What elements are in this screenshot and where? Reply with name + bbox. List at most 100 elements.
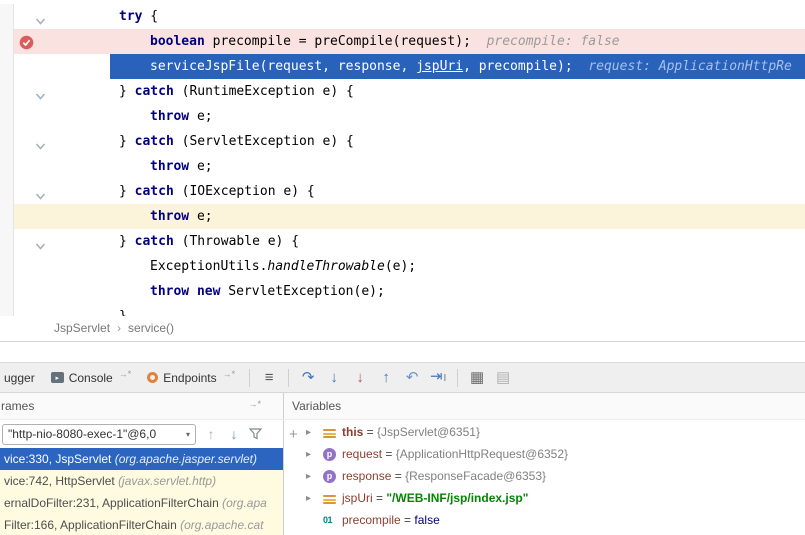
- expand-chevron-icon[interactable]: ▸: [306, 427, 323, 438]
- variable-value: "/WEB-INF/jsp/index.jsp": [386, 491, 528, 505]
- gutter-edge: [0, 104, 14, 129]
- variables-panel-header[interactable]: Variables: [283, 393, 805, 419]
- gutter: [14, 129, 110, 154]
- equals-sign: =: [363, 425, 377, 439]
- fold-arrow-icon[interactable]: [35, 136, 46, 147]
- code-text: throw e;: [110, 204, 805, 229]
- code-editor[interactable]: try {boolean precompile = preCompile(req…: [0, 0, 805, 316]
- force-step-into-icon[interactable]: ↓: [347, 363, 373, 392]
- breadcrumb-method[interactable]: service(): [128, 321, 174, 335]
- tab-console-label: Console: [69, 371, 113, 385]
- stack-frame-row[interactable]: vice:742, HttpServlet (javax.servlet.htt…: [0, 470, 283, 492]
- frames-panel: "http-nio-8080-exec-1"@6,0 ▾ ↑ ↓ vice:33…: [0, 420, 283, 535]
- frames-list: vice:330, JspServlet (org.apache.jasper.…: [0, 448, 283, 535]
- code-line[interactable]: } catch (IOException e) {: [0, 179, 805, 204]
- step-over-icon[interactable]: ↷: [295, 363, 321, 392]
- variable-row[interactable]: ▸this = {JspServlet@6351}: [284, 421, 805, 443]
- code-token: e;: [189, 159, 212, 174]
- drop-frame-icon[interactable]: ↶: [399, 363, 425, 392]
- gutter: [14, 29, 110, 54]
- tab-console[interactable]: ▸ Console →*: [43, 363, 140, 392]
- jump-mark-icon: →*: [119, 369, 132, 379]
- code-text: } catch (RuntimeException e) {: [110, 79, 805, 104]
- gutter: [14, 229, 110, 254]
- variable-row[interactable]: ▸prequest = {ApplicationHttpRequest@6352…: [284, 443, 805, 465]
- code-token: }: [119, 309, 127, 316]
- gutter-edge: [0, 204, 14, 229]
- code-token: serviceJspFile(request, response,: [150, 59, 416, 74]
- code-token: ExceptionUtils.: [150, 259, 267, 274]
- gutter-edge: [0, 129, 14, 154]
- code-line[interactable]: }: [0, 304, 805, 316]
- code-token: (ServletException e) {: [174, 134, 354, 149]
- gutter: [14, 79, 110, 104]
- code-line[interactable]: throw e;: [0, 204, 805, 229]
- variable-row[interactable]: ▸01precompile = false: [284, 509, 805, 531]
- gutter: [14, 54, 110, 79]
- code-line[interactable]: boolean precompile = preCompile(request)…: [0, 29, 805, 54]
- frames-panel-title: rames: [1, 399, 34, 413]
- evaluate-expression-icon[interactable]: ▦: [464, 363, 490, 392]
- toolbar-separator: [288, 369, 289, 387]
- code-line[interactable]: throw new ServletException(e);: [0, 279, 805, 304]
- tab-debugger[interactable]: ugger: [2, 363, 43, 392]
- primitive-icon: 01: [323, 514, 336, 527]
- frame-package: (org.apache.cat: [180, 518, 263, 532]
- menu-icon[interactable]: ≡: [256, 363, 282, 392]
- stack-frame-row[interactable]: vice:330, JspServlet (org.apache.jasper.…: [0, 448, 283, 470]
- next-frame-icon[interactable]: ↓: [226, 426, 242, 442]
- panel-headers: rames →* Variables: [0, 393, 805, 420]
- code-line[interactable]: serviceJspFile(request, response, jspUri…: [0, 54, 805, 79]
- code-token: [189, 284, 197, 299]
- expand-chevron-icon[interactable]: ▸: [306, 471, 323, 482]
- run-to-cursor-icon[interactable]: ⇥I: [425, 362, 451, 393]
- hide-library-frames-icon[interactable]: [249, 428, 262, 440]
- step-into-icon[interactable]: ↓: [321, 363, 347, 392]
- breadcrumb-class[interactable]: JspServlet: [54, 321, 110, 335]
- code-line[interactable]: try {: [0, 4, 805, 29]
- code-line[interactable]: throw e;: [0, 104, 805, 129]
- thread-selector[interactable]: "http-nio-8080-exec-1"@6,0 ▾: [2, 424, 196, 445]
- previous-frame-icon[interactable]: ↑: [203, 426, 219, 442]
- thread-name: "http-nio-8080-exec-1"@6,0: [8, 427, 183, 441]
- layout-settings-icon[interactable]: ▤: [490, 363, 516, 392]
- code-token: {: [142, 9, 158, 24]
- code-line[interactable]: throw e;: [0, 154, 805, 179]
- code-line[interactable]: } catch (RuntimeException e) {: [0, 79, 805, 104]
- code-line[interactable]: } catch (ServletException e) {: [0, 129, 805, 154]
- fold-arrow-icon[interactable]: [35, 236, 46, 247]
- tab-endpoints[interactable]: Endpoints →*: [139, 363, 243, 392]
- variable-row[interactable]: ▸jspUri = "/WEB-INF/jsp/index.jsp": [284, 487, 805, 509]
- fold-arrow-icon[interactable]: [35, 86, 46, 97]
- variable-value: {ResponseFacade@6353}: [405, 469, 546, 483]
- code-line[interactable]: } catch (Throwable e) {: [0, 229, 805, 254]
- variable-name: precompile: [342, 513, 401, 527]
- code-text: } catch (IOException e) {: [110, 179, 805, 204]
- gutter-edge: [0, 279, 14, 304]
- code-line[interactable]: ExceptionUtils.handleThrowable(e);: [0, 254, 805, 279]
- stack-frame-row[interactable]: Filter:166, ApplicationFilterChain (org.…: [0, 514, 283, 535]
- code-text: throw e;: [110, 154, 805, 179]
- code-token: }: [119, 234, 135, 249]
- variables-panel: + ▸this = {JspServlet@6351}▸prequest = {…: [284, 420, 805, 535]
- breakpoint-icon[interactable]: [19, 34, 34, 49]
- step-out-icon[interactable]: ↑: [373, 363, 399, 392]
- code-token: jspUri: [416, 59, 463, 74]
- code-token: }: [119, 184, 135, 199]
- tool-window-tabbar: ugger ▸ Console →* Endpoints →* ≡↷↓↓↑↶⇥I…: [0, 362, 805, 393]
- variable-row[interactable]: ▸presponse = {ResponseFacade@6353}: [284, 465, 805, 487]
- expand-chevron-icon[interactable]: ▸: [306, 493, 323, 504]
- console-icon: ▸: [51, 372, 64, 383]
- stack-frame-row[interactable]: ernalDoFilter:231, ApplicationFilterChai…: [0, 492, 283, 514]
- variable-name: this: [342, 425, 363, 439]
- fold-arrow-icon[interactable]: [35, 11, 46, 22]
- parameter-icon: p: [323, 470, 336, 483]
- spacer: [0, 342, 805, 362]
- code-token: (IOException e) {: [174, 184, 315, 199]
- frames-panel-header[interactable]: rames →*: [0, 393, 283, 419]
- code-token: e;: [189, 109, 212, 124]
- tab-endpoints-label: Endpoints: [163, 371, 216, 385]
- add-watch-icon[interactable]: +: [289, 427, 298, 442]
- fold-arrow-icon[interactable]: [35, 186, 46, 197]
- expand-chevron-icon[interactable]: ▸: [306, 449, 323, 460]
